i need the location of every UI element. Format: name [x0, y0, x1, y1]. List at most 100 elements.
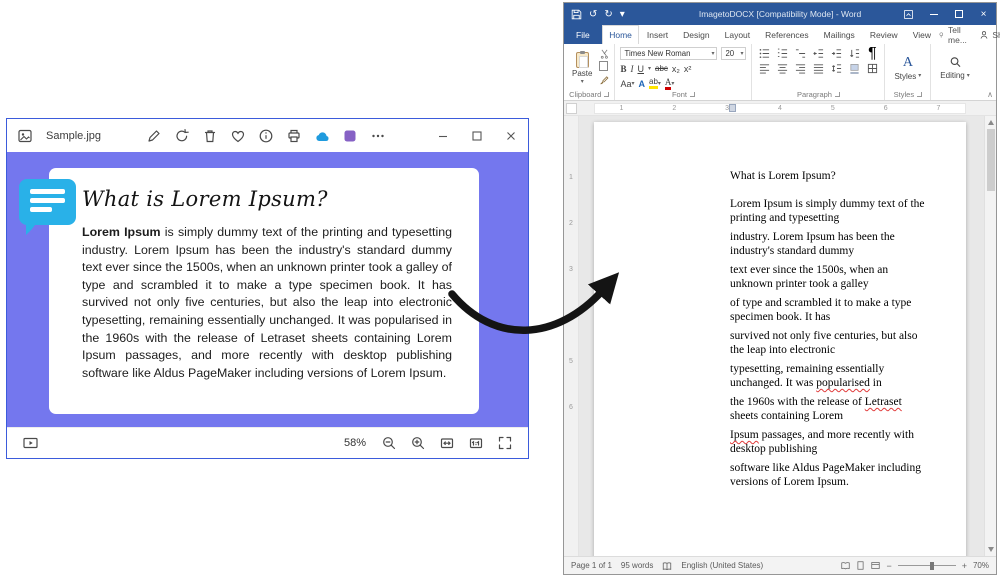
word-count[interactable]: 95 words: [621, 561, 653, 570]
tell-me-box[interactable]: Tell me...: [938, 25, 970, 45]
tab-mailings[interactable]: Mailings: [816, 25, 862, 44]
web-layout-button[interactable]: [871, 561, 880, 570]
read-mode-button[interactable]: [841, 561, 850, 570]
format-painter-button[interactable]: [600, 75, 609, 85]
tab-layout[interactable]: Layout: [717, 25, 758, 44]
scrollbar-thumb[interactable]: [987, 129, 995, 191]
favorite-button[interactable]: [229, 127, 246, 144]
redo-button[interactable]: ↻: [604, 3, 612, 25]
more-button[interactable]: [369, 127, 386, 144]
editing-group: Editing▾: [931, 44, 978, 100]
language-indicator[interactable]: English (United States): [681, 561, 763, 570]
font-dialog-launcher[interactable]: [690, 92, 695, 97]
slideshow-button[interactable]: [22, 435, 39, 451]
tab-design[interactable]: Design: [676, 25, 717, 44]
multilevel-list-button[interactable]: [793, 47, 807, 60]
fit-window-button[interactable]: [439, 435, 455, 451]
underline-button[interactable]: U: [637, 62, 644, 75]
sort-button[interactable]: [847, 47, 861, 60]
delete-button[interactable]: [201, 127, 218, 144]
word-maximize-button[interactable]: [946, 3, 971, 25]
align-center-button[interactable]: [775, 62, 789, 75]
scroll-up-arrow[interactable]: [988, 120, 994, 125]
strikethrough-button[interactable]: abc: [655, 62, 668, 75]
zoom-slider-thumb[interactable]: [930, 562, 934, 570]
vertical-scrollbar[interactable]: [984, 116, 996, 556]
shading-button[interactable]: [847, 62, 861, 75]
tab-file[interactable]: File: [564, 25, 602, 44]
ribbon-display-button[interactable]: [896, 3, 921, 25]
proofing-icon[interactable]: [662, 561, 672, 571]
cloud-upload-button[interactable]: [313, 127, 330, 144]
editing-button[interactable]: Editing▾: [936, 47, 973, 89]
info-button[interactable]: [257, 127, 274, 144]
fullscreen-button[interactable]: [497, 435, 513, 451]
zoom-percent[interactable]: 70%: [973, 561, 989, 570]
qat-customize-button[interactable]: ▾: [620, 3, 625, 25]
paste-button[interactable]: Paste ▾: [569, 47, 595, 89]
share-button[interactable]: Share: [979, 30, 1000, 40]
bullets-button[interactable]: [757, 47, 771, 60]
indent-marker[interactable]: [729, 104, 736, 112]
subscript-button[interactable]: x₂: [672, 62, 680, 75]
doc-paragraph: the 1960s with the release of Letraset s…: [730, 395, 931, 423]
line-spacing-button[interactable]: [829, 62, 843, 75]
styles-button[interactable]: A Styles▾: [890, 47, 925, 89]
tab-view[interactable]: View: [905, 25, 938, 44]
save-button[interactable]: [571, 3, 582, 25]
viewer-maximize-button[interactable]: [460, 119, 494, 152]
paragraph-dialog-launcher[interactable]: [835, 92, 840, 97]
edit-button[interactable]: [145, 127, 162, 144]
zoom-in-control[interactable]: +: [962, 561, 967, 571]
actual-size-button[interactable]: [468, 435, 484, 451]
zoom-out-control[interactable]: −: [886, 561, 891, 571]
viewer-close-button[interactable]: [494, 119, 528, 152]
copy-button[interactable]: [600, 63, 609, 71]
borders-button[interactable]: [865, 62, 879, 75]
zoom-in-icon: [410, 435, 426, 451]
word-window-controls: ×: [896, 3, 996, 25]
print-button[interactable]: [285, 127, 302, 144]
decrease-indent-button[interactable]: [811, 47, 825, 60]
tab-selector[interactable]: [566, 103, 577, 114]
zoom-in-button[interactable]: [410, 435, 426, 451]
styles-dialog-launcher[interactable]: [917, 92, 922, 97]
page-indicator[interactable]: Page 1 of 1: [571, 561, 612, 570]
bold-button[interactable]: B: [620, 62, 626, 75]
scroll-down-arrow[interactable]: [988, 547, 994, 552]
rotate-icon: [174, 128, 190, 144]
tab-home[interactable]: Home: [602, 25, 640, 44]
minimize-icon: [930, 14, 938, 15]
superscript-button[interactable]: x²: [684, 62, 692, 75]
clipboard-dialog-launcher[interactable]: [604, 92, 609, 97]
person-icon: [979, 30, 989, 40]
fit-window-icon: [439, 435, 455, 451]
zoom-out-button[interactable]: [381, 435, 397, 451]
cut-button[interactable]: [600, 49, 609, 59]
rotate-button[interactable]: [173, 127, 190, 144]
tab-insert[interactable]: Insert: [639, 25, 675, 44]
align-left-button[interactable]: [757, 62, 771, 75]
print-layout-button[interactable]: [856, 561, 865, 570]
word-minimize-button[interactable]: [921, 3, 946, 25]
document-page[interactable]: What is Lorem Ipsum? Lorem Ipsum is simp…: [594, 122, 966, 556]
underline-menu-arrow[interactable]: ▾: [648, 66, 651, 72]
font-size-select[interactable]: 20▾: [721, 47, 746, 60]
italic-button[interactable]: I: [630, 62, 633, 75]
tab-review[interactable]: Review: [862, 25, 905, 44]
font-name-select[interactable]: Times New Roman▾: [620, 47, 717, 60]
viewer-minimize-button[interactable]: [426, 119, 460, 152]
word-close-button[interactable]: ×: [971, 3, 996, 25]
undo-button[interactable]: ↺: [589, 3, 597, 25]
show-formatting-button[interactable]: ¶: [865, 47, 879, 60]
align-right-icon: [795, 63, 806, 74]
apps-button[interactable]: [341, 127, 358, 144]
collapse-ribbon-button[interactable]: ∧: [987, 90, 993, 99]
lorem-card: What is Lorem Ipsum? Lorem Ipsum is simp…: [49, 168, 479, 414]
align-right-button[interactable]: [793, 62, 807, 75]
zoom-slider[interactable]: [898, 565, 956, 566]
increase-indent-button[interactable]: [829, 47, 843, 60]
numbering-button[interactable]: [775, 47, 789, 60]
tab-references[interactable]: References: [758, 25, 816, 44]
justify-button[interactable]: [811, 62, 825, 75]
